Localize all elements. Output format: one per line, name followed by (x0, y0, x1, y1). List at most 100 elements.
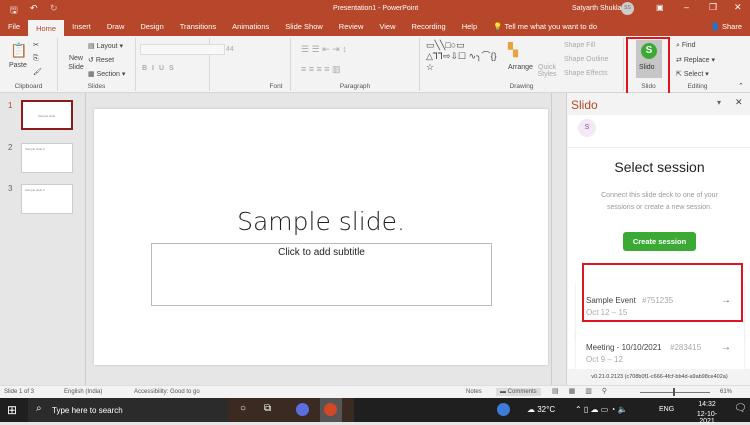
subtitle-placeholder[interactable]: Click to add subtitle (151, 243, 492, 306)
view-buttons[interactable]: ▤▦▥⚲ (552, 387, 617, 395)
slide-counter: Slide 1 of 3 (4, 389, 35, 395)
zoom-slider-thumb[interactable] (673, 388, 675, 396)
paragraph-label: Paragraph (339, 83, 371, 90)
reset-button[interactable]: ↺ Reset (88, 56, 114, 64)
clock-time[interactable]: 14:32 (690, 401, 724, 408)
font-size-select[interactable]: 44 (226, 46, 234, 53)
tab-review[interactable]: Review (331, 18, 372, 36)
zoom-slider[interactable] (640, 392, 710, 393)
font-name-select[interactable] (140, 44, 225, 55)
vertical-scrollbar[interactable] (551, 93, 560, 385)
clock-date[interactable]: 12-10-2021 (690, 411, 724, 425)
shape-fill-button[interactable]: Shape Fill (564, 42, 595, 49)
section-button[interactable]: ▦ Section ▾ (88, 70, 125, 78)
shape-outline-button[interactable]: Shape Outline (564, 56, 608, 63)
close-button[interactable]: ✕ (734, 2, 742, 13)
cortana-icon[interactable]: ○ (240, 403, 246, 414)
align-buttons[interactable]: ≡ ≡ ≡ ≡ ▥ (301, 64, 341, 75)
tab-design[interactable]: Design (132, 18, 171, 36)
slide-thumbnail-3[interactable]: Sample slide 3 (21, 184, 73, 214)
tab-draw[interactable]: Draw (99, 18, 133, 36)
tab-slide-show[interactable]: Slide Show (277, 18, 331, 36)
zoom-level[interactable]: 61% (720, 389, 732, 395)
arrange-icon: ▚ (508, 42, 518, 57)
system-tray-icons[interactable]: ⌃ ▯ ☁ ▭ ◔ 🔈 (575, 405, 628, 414)
shape-effects-button[interactable]: Shape Effects (564, 70, 607, 77)
find-label: Find (681, 42, 696, 49)
weather[interactable]: ☁ 32°C (527, 405, 555, 414)
clipboard-group: 📋 Paste ✂ ⎘ 🖌 Clipboard (0, 38, 58, 91)
copy-icon[interactable]: ⎘ (33, 55, 39, 63)
notes-button[interactable]: Notes (466, 389, 482, 395)
redo-icon[interactable]: ↻ (50, 3, 58, 14)
find-button[interactable]: ⌕ Find (676, 42, 696, 50)
user-name[interactable]: Satyarth Shukla (572, 5, 621, 12)
task-view-icon[interactable]: ⧉ (264, 403, 271, 414)
pane-title: Slido (571, 98, 598, 112)
save-icon[interactable]: 🖫 (10, 3, 18, 19)
select-button[interactable]: ⇱ Select ▾ (676, 70, 709, 78)
slide-title[interactable]: Sample slide. (94, 207, 548, 236)
tell-me-input[interactable]: 💡 Tell me what you want to do (485, 18, 605, 36)
layout-button[interactable]: ▤ Layout ▾ (88, 42, 123, 50)
collapse-ribbon-icon[interactable]: ⌃ (738, 82, 744, 90)
avatar[interactable]: SS (621, 2, 634, 15)
taskbar-search[interactable]: ⌕ Type here to search (28, 398, 228, 422)
tab-recording[interactable]: Recording (404, 18, 454, 36)
paste-icon[interactable]: 📋 (10, 42, 27, 59)
cut-icon[interactable]: ✂ (33, 41, 39, 49)
input-language[interactable]: ENG (659, 406, 674, 413)
temperature: 32°C (537, 405, 556, 414)
accessibility-status[interactable]: Accessibility: Good to go (134, 389, 200, 395)
restore-button[interactable]: ❐ (709, 2, 717, 13)
slide-thumbnail-2[interactable]: Sample slide 2 (21, 143, 73, 173)
pane-options-icon[interactable]: ▾ (717, 98, 721, 107)
font-group: 44 BIUS Font (136, 38, 283, 91)
share-button[interactable]: 👤 Share (703, 18, 750, 36)
session-dates: Oct 9 – 12 (586, 355, 623, 364)
undo-icon[interactable]: ↶ (30, 3, 38, 14)
minimize-button[interactable]: – (684, 2, 689, 12)
slide-thumbnail-1[interactable]: Sample slide. (21, 100, 73, 130)
create-session-button[interactable]: Create session (623, 232, 696, 251)
ribbon-tabs: File Home Insert Draw Design Transitions… (0, 18, 750, 36)
status-bar: Slide 1 of 3 English (India) Accessibili… (0, 385, 750, 398)
comments-button[interactable]: ▬ Comments (496, 388, 541, 396)
tab-view[interactable]: View (371, 18, 403, 36)
tab-transitions[interactable]: Transitions (172, 18, 224, 36)
tab-home[interactable]: Home (28, 20, 65, 36)
new-slide-button[interactable]: New Slide (66, 54, 86, 72)
arrange-button[interactable]: Arrange (508, 64, 533, 71)
arrow-right-icon[interactable]: → (721, 342, 731, 353)
select-label: Select (683, 71, 704, 78)
powerpoint-taskbar-button[interactable] (320, 398, 342, 422)
language[interactable]: English (India) (64, 389, 102, 395)
paragraph-group: ☰ ☰ ⇤ ⇥ ↕ ≡ ≡ ≡ ≡ ▥ Paragraph (290, 38, 420, 91)
slido-version: v0.21.0.2123 (c708b0f1-c666-4fcf-bb4d-a9… (568, 369, 750, 385)
notifications-icon[interactable]: 🗨 (734, 403, 747, 414)
format-painter-icon[interactable]: 🖌 (33, 68, 42, 76)
font-format-buttons[interactable]: BIUS (142, 65, 179, 72)
discord-icon[interactable] (296, 403, 309, 416)
window-title: Presentation1 - PowerPoint (333, 5, 419, 12)
ribbon-display-icon[interactable]: ▣ (656, 3, 664, 12)
tab-file[interactable]: File (0, 18, 28, 36)
pane-close-icon[interactable]: ✕ (735, 97, 743, 108)
quick-styles-button[interactable]: Quick Styles (536, 64, 558, 78)
paste-button[interactable]: Paste (9, 62, 27, 69)
editing-group: ⌕ Find ⇄ Replace ▾ ⇱ Select ▾ Editing (670, 38, 725, 91)
tab-insert[interactable]: Insert (64, 18, 99, 36)
tab-help[interactable]: Help (454, 18, 485, 36)
thumbnail-number: 1 (8, 101, 13, 110)
windows-start-icon[interactable]: ⊞ (7, 403, 17, 417)
replace-button[interactable]: ⇄ Replace ▾ (676, 56, 715, 64)
shapes-gallery[interactable]: ▭╲╲□○▭ △⅂⅂⇨⇩☐ ∿╮⌒{}☆ (426, 40, 501, 73)
help-app-icon[interactable] (497, 403, 510, 416)
list-buttons[interactable]: ☰ ☰ ⇤ ⇥ ↕ (301, 44, 347, 55)
section-label: Section (96, 71, 120, 78)
slido-avatar[interactable]: S (578, 119, 596, 137)
replace-label: Replace (683, 57, 710, 64)
slide-canvas[interactable]: Sample slide. Click to add subtitle (94, 109, 548, 365)
reset-label: Reset (95, 57, 115, 64)
tab-animations[interactable]: Animations (224, 18, 277, 36)
